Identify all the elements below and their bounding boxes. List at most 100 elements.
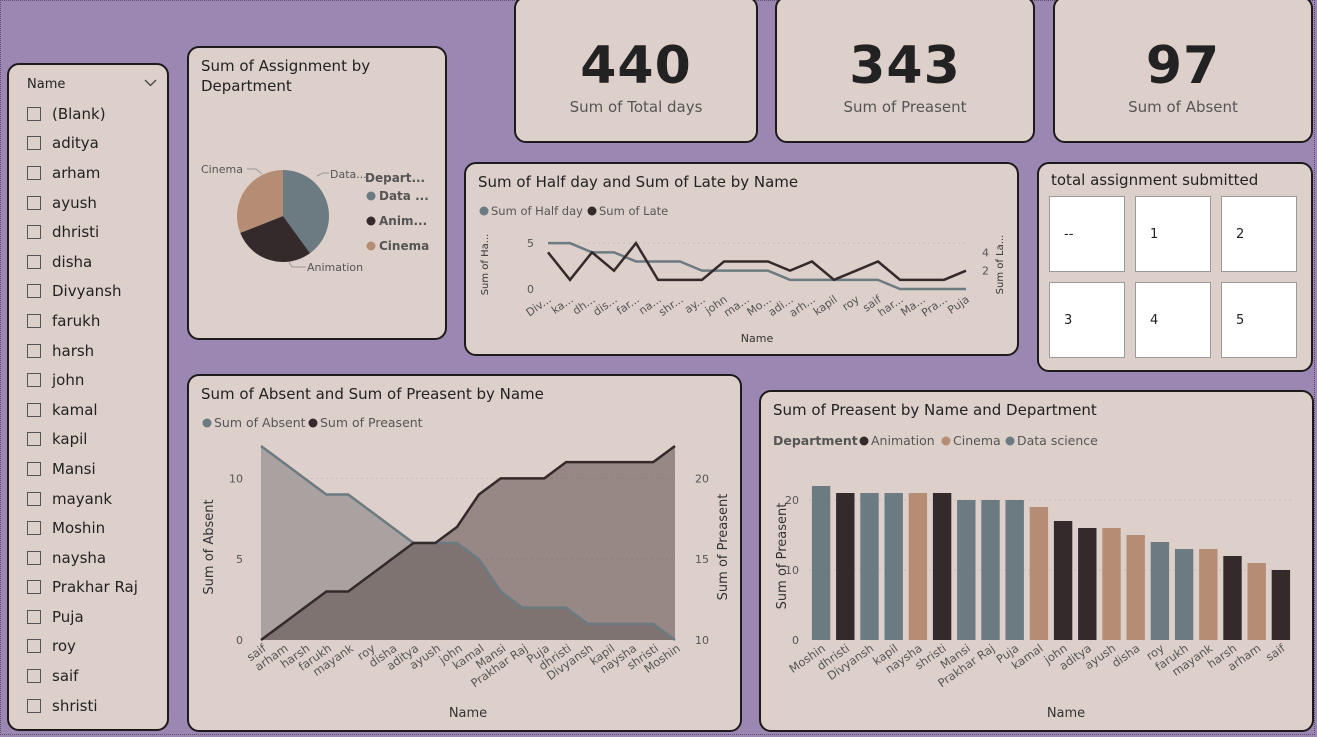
checkbox[interactable] bbox=[27, 136, 41, 151]
legend-marker bbox=[479, 206, 489, 216]
slicer-item-label: ayush bbox=[52, 193, 97, 212]
y-axis-title: Sum of La... bbox=[995, 235, 1006, 295]
slicer-item-label: naysha bbox=[52, 548, 107, 567]
checkbox[interactable] bbox=[27, 639, 41, 654]
assignment-tile[interactable]: 2 bbox=[1221, 196, 1297, 272]
checkbox[interactable] bbox=[27, 284, 41, 299]
x-axis-title: Name bbox=[449, 706, 487, 721]
bar bbox=[957, 500, 976, 640]
slicer-item[interactable]: farukh bbox=[27, 306, 138, 336]
slicer-item[interactable]: disha bbox=[27, 247, 138, 277]
x-axis-title: Name bbox=[1047, 706, 1085, 721]
slicer-item-label: Puja bbox=[52, 607, 84, 626]
slicer-item[interactable]: Mansi bbox=[27, 454, 138, 484]
assignment-tile[interactable]: 5 bbox=[1221, 282, 1297, 358]
leader-line bbox=[247, 168, 263, 175]
slicer-item[interactable]: saif bbox=[27, 661, 138, 691]
slicer-item[interactable]: naysha bbox=[27, 543, 138, 573]
slicer-item[interactable]: (Blank) bbox=[27, 99, 138, 129]
halfday-late-chart: Sum of Half day Sum of Late 0 5 2 4 Sum of Ha.… bbox=[479, 204, 1006, 345]
pie-chart: Data... Animation Cinema Depart... Data ... A… bbox=[201, 163, 429, 274]
bar bbox=[1223, 556, 1242, 640]
checkbox[interactable] bbox=[27, 195, 41, 210]
leader-line bbox=[316, 172, 329, 177]
tick-label: 5 bbox=[236, 553, 243, 566]
checkbox[interactable] bbox=[27, 698, 41, 713]
slicer-item[interactable]: kamal bbox=[27, 395, 138, 425]
assignment-tile[interactable]: -- bbox=[1049, 196, 1125, 272]
checkbox[interactable] bbox=[27, 461, 41, 476]
tick-label: 4 bbox=[982, 246, 989, 259]
assignment-tiles-card: total assignment submitted -- 1 2 3 4 5 bbox=[1037, 162, 1313, 372]
slicer-item[interactable]: kapil bbox=[27, 425, 138, 455]
legend-label: Data ... bbox=[379, 189, 429, 203]
legend-label: Animation bbox=[871, 433, 935, 448]
bar bbox=[1174, 549, 1194, 640]
chevron-down-icon[interactable] bbox=[144, 77, 157, 90]
slicer-item-label: disha bbox=[52, 252, 93, 271]
slicer-item[interactable]: roy bbox=[27, 632, 138, 662]
checkbox[interactable] bbox=[27, 432, 41, 447]
bar bbox=[1005, 500, 1024, 640]
tile-value: 2 bbox=[1236, 227, 1245, 242]
checkbox[interactable] bbox=[27, 373, 41, 388]
bar bbox=[1271, 570, 1291, 640]
checkbox[interactable] bbox=[27, 609, 41, 624]
assignment-tiles-title: total assignment submitted bbox=[1051, 171, 1259, 189]
name-slicer: Name (Blank) aditya arham ayush dhristi disha… bbox=[7, 63, 169, 731]
x-tick-label: Puja bbox=[945, 293, 971, 317]
leader-line bbox=[288, 261, 306, 268]
x-tick-label: disha bbox=[1109, 641, 1142, 670]
bar bbox=[811, 486, 831, 640]
kpi-total-days: 440 Sum of Total days bbox=[514, 0, 758, 143]
tile-value: 1 bbox=[1150, 227, 1159, 242]
assignment-tile[interactable]: 3 bbox=[1049, 282, 1125, 358]
slicer-item[interactable]: Prakhar Raj bbox=[27, 573, 138, 603]
slicer-item[interactable]: aditya bbox=[27, 129, 138, 159]
slicer-item[interactable]: dhristi bbox=[27, 217, 138, 247]
legend-label: Sum of Preasent bbox=[320, 415, 423, 430]
checkbox[interactable] bbox=[27, 491, 41, 506]
checkbox[interactable] bbox=[27, 669, 41, 684]
slicer-item[interactable]: Puja bbox=[27, 602, 138, 632]
checkbox[interactable] bbox=[27, 313, 41, 328]
slicer-header[interactable]: Name bbox=[27, 77, 157, 92]
slicer-item[interactable]: shristi bbox=[27, 691, 138, 721]
assignment-tile[interactable]: 4 bbox=[1135, 282, 1211, 358]
tick-label: 2 bbox=[982, 265, 989, 278]
kpi-label: Sum of Absent bbox=[1128, 98, 1238, 116]
checkbox[interactable] bbox=[27, 165, 41, 180]
slicer-item[interactable]: Moshin bbox=[27, 513, 138, 543]
legend-marker bbox=[202, 418, 212, 428]
assignment-tile[interactable]: 1 bbox=[1135, 196, 1211, 272]
kpi-present: 343 Sum of Preasent bbox=[775, 0, 1035, 143]
legend-label: Sum of Absent bbox=[214, 415, 306, 430]
slicer-item-label: john bbox=[52, 371, 85, 390]
slicer-item[interactable]: Divyansh bbox=[27, 277, 138, 307]
slicer-item[interactable]: mayank bbox=[27, 484, 138, 514]
kpi-value: 343 bbox=[849, 36, 961, 96]
checkbox[interactable] bbox=[27, 580, 41, 595]
checkbox[interactable] bbox=[27, 225, 41, 240]
checkbox[interactable] bbox=[27, 254, 41, 269]
slicer-item-label: mayank bbox=[52, 489, 113, 508]
checkbox[interactable] bbox=[27, 521, 41, 536]
checkbox[interactable] bbox=[27, 402, 41, 417]
checkbox[interactable] bbox=[27, 343, 41, 358]
slicer-item-label: harsh bbox=[52, 341, 95, 360]
legend-label: Anim... bbox=[379, 214, 427, 228]
bar bbox=[1102, 528, 1121, 640]
tick-label: 15 bbox=[695, 553, 709, 566]
slicer-item[interactable]: ayush bbox=[27, 188, 138, 218]
checkbox[interactable] bbox=[27, 106, 41, 121]
tick-label: 0 bbox=[236, 634, 243, 647]
slicer-item[interactable]: arham bbox=[27, 158, 138, 188]
kpi-label: Sum of Preasent bbox=[843, 98, 967, 116]
legend-label: Cinema bbox=[953, 433, 1001, 448]
checkbox[interactable] bbox=[27, 550, 41, 565]
tile-value: -- bbox=[1064, 227, 1074, 242]
kpi-value: 440 bbox=[580, 36, 692, 96]
slicer-item[interactable]: john bbox=[27, 365, 138, 395]
slicer-item-label: Mansi bbox=[52, 459, 96, 478]
slicer-item[interactable]: harsh bbox=[27, 336, 138, 366]
